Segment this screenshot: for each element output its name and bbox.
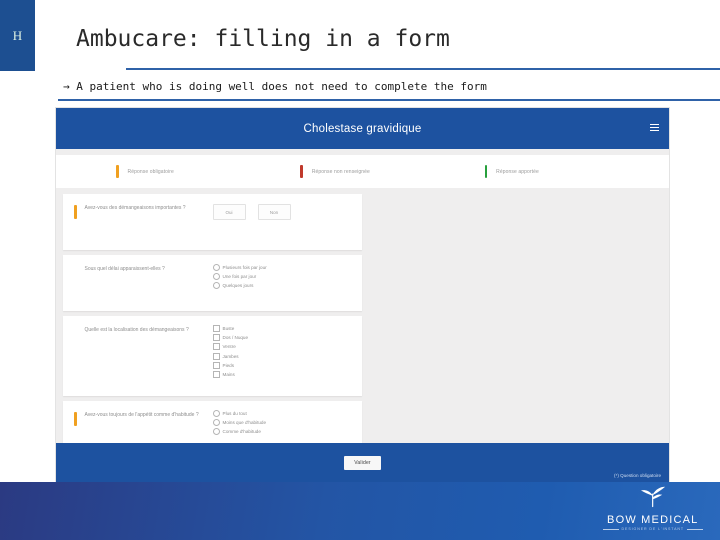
question-card: Avez-vous des démangeaisons importantes …	[63, 194, 362, 250]
answer-yes-button[interactable]: Oui	[212, 204, 246, 220]
answer-area: Oui Non	[207, 203, 353, 241]
legend-color-swatch	[116, 165, 119, 178]
radio-option[interactable]: Une fois par jour	[212, 273, 353, 281]
bow-medical-bird-icon	[641, 486, 666, 508]
form-footer: Valider (*) Question obligatoire	[56, 443, 669, 483]
checkbox-option[interactable]: Dos / Nuque	[212, 334, 353, 342]
answer-area: Buste Dos / Nuque Ventre Jambes Pieds Ma…	[207, 325, 353, 387]
marker-spacer	[74, 264, 77, 302]
question-card: Sous quel délai apparaissent-elles ? Plu…	[63, 255, 362, 311]
brand-tagline: DESIGNER DE L'INSTANT	[621, 527, 684, 531]
checkbox-option[interactable]: Pieds	[212, 361, 353, 369]
radio-icon	[212, 428, 220, 436]
page-title: Ambucare: filling in a form	[76, 26, 450, 52]
question-card: Quelle est la localisation des démangeai…	[63, 316, 362, 396]
option-label: Quelques jours	[222, 283, 254, 289]
checkbox-option[interactable]: Ventre	[212, 343, 353, 351]
app-body: Réponse obligatoire Réponse non renseign…	[56, 155, 669, 483]
brand-name: BOW MEDICAL	[607, 514, 699, 526]
option-label: Une fois par jour	[222, 274, 257, 280]
legend-label: Réponse non renseignée	[311, 168, 370, 175]
option-label: Moins que d'habitude	[222, 420, 267, 426]
form-title: Cholestase gravidique	[303, 122, 422, 135]
radio-option[interactable]: Plusieurs fois par jour	[212, 264, 353, 271]
slide-subtitle: → A patient who is doing well does not n…	[63, 80, 487, 93]
checkbox-icon	[212, 325, 220, 332]
radio-option[interactable]: Comme d'habitude	[212, 428, 353, 436]
checkbox-option[interactable]: Jambes	[212, 352, 353, 360]
checkbox-icon	[212, 343, 220, 351]
legend-item-answered: Réponse apportée	[484, 165, 669, 178]
option-label: Ventre	[222, 344, 236, 350]
radio-icon	[212, 419, 220, 427]
option-label: Buste	[222, 326, 235, 331]
legend-color-swatch	[484, 165, 488, 178]
title-divider	[126, 68, 720, 70]
legend-item-required: Réponse obligatoire	[116, 165, 300, 178]
legend-label: Réponse apportée	[496, 168, 539, 175]
app-topbar: Cholestase gravidique	[56, 108, 669, 149]
brand-tagline-wrap: DESIGNER DE L'INSTANT	[600, 527, 706, 531]
slide-accent-block: H	[0, 0, 35, 71]
option-label: Comme d'habitude	[222, 429, 261, 435]
option-label: Dos / Nuque	[222, 335, 249, 341]
radio-option[interactable]: Quelques jours	[212, 282, 353, 290]
radio-icon	[212, 264, 220, 271]
radio-icon	[212, 410, 220, 417]
radio-option[interactable]: Plus du tout	[212, 410, 353, 417]
required-field-note: (*) Question obligatoire	[614, 473, 661, 478]
marker-spacer	[74, 325, 77, 387]
submit-button[interactable]: Valider	[344, 456, 381, 470]
ambucare-form-screenshot: Cholestase gravidique Réponse obligatoir…	[56, 108, 669, 483]
slide-accent-letter: H	[12, 28, 23, 43]
hamburger-icon[interactable]	[650, 124, 659, 133]
brand-band: BOW MEDICAL DESIGNER DE L'INSTANT	[0, 482, 720, 540]
legend-color-swatch	[300, 165, 303, 178]
legend-item-unanswered: Réponse non renseignée	[300, 165, 484, 178]
checkbox-icon	[212, 361, 220, 369]
radio-icon	[212, 273, 220, 281]
subtitle-divider	[58, 99, 720, 101]
answer-no-button[interactable]: Non	[257, 204, 291, 220]
question-label: Quelle est la localisation des démangeai…	[84, 327, 189, 333]
question-label: Sous quel délai apparaissent-elles ?	[84, 266, 165, 272]
questions-grid: Avez-vous des démangeaisons importantes …	[56, 188, 669, 483]
option-label: Jambes	[222, 353, 239, 359]
option-label: Mains	[222, 371, 235, 377]
checkbox-option[interactable]: Mains	[212, 370, 353, 378]
answer-area: Plusieurs fois par jour Une fois par jou…	[207, 264, 353, 302]
legend: Réponse obligatoire Réponse non renseign…	[56, 155, 669, 188]
checkbox-icon	[212, 352, 220, 360]
radio-icon	[212, 282, 220, 290]
option-label: Plusieurs fois par jour	[222, 265, 267, 270]
option-label: Pieds	[222, 362, 235, 368]
option-label: Plus du tout	[222, 411, 247, 416]
legend-label: Réponse obligatoire	[127, 168, 174, 175]
checkbox-icon	[212, 334, 220, 342]
required-marker	[74, 205, 77, 219]
checkbox-option[interactable]: Buste	[212, 325, 353, 332]
radio-option[interactable]: Moins que d'habitude	[212, 419, 353, 427]
question-label: Avez-vous des démangeaisons importantes …	[84, 205, 186, 211]
brand-logo: BOW MEDICAL DESIGNER DE L'INSTANT	[600, 486, 706, 531]
checkbox-icon	[212, 370, 220, 378]
required-marker	[74, 412, 77, 426]
